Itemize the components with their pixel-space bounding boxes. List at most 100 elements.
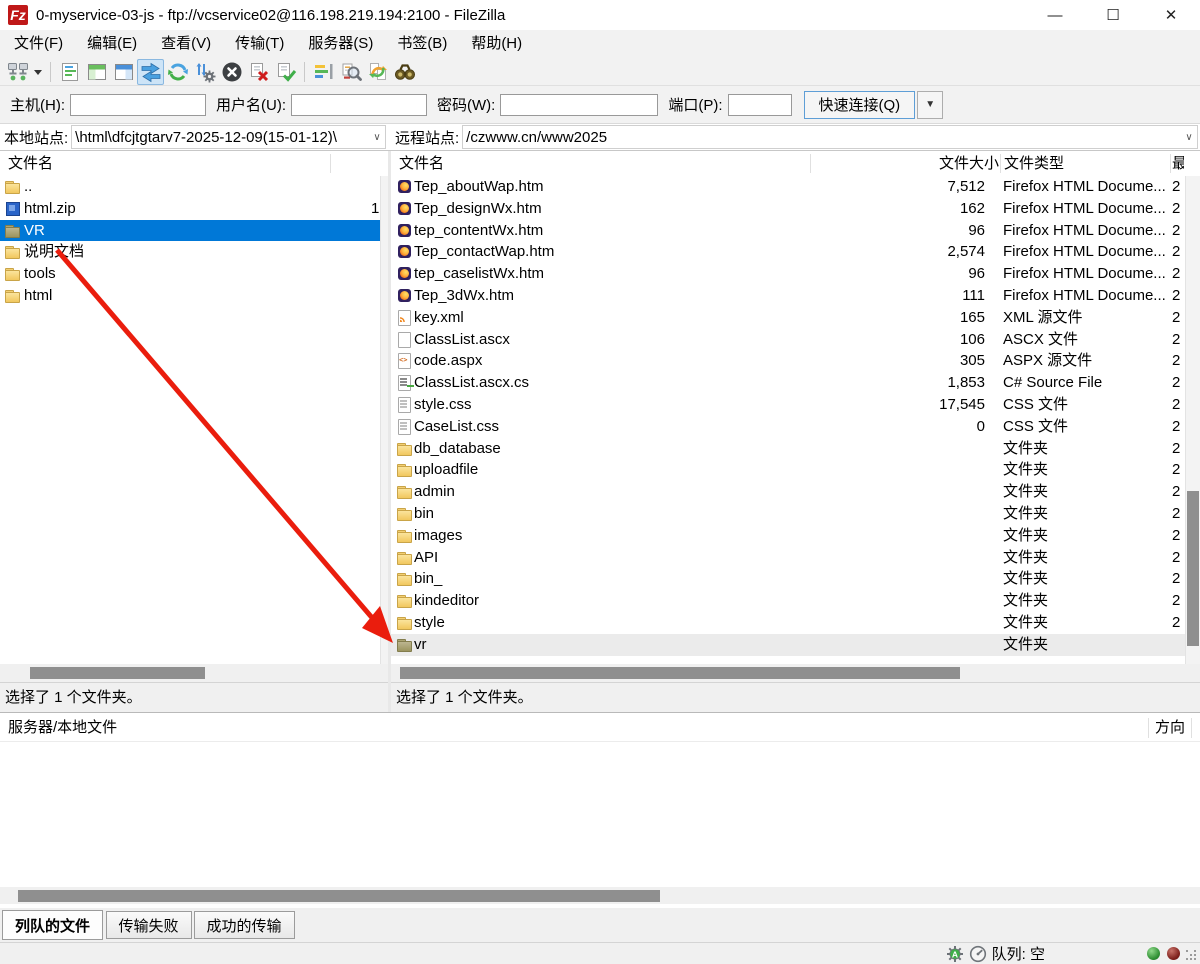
queue-column-direction[interactable]: 方向 [1155,715,1185,741]
remote-file-row[interactable]: admin文件夹2 [391,481,1200,503]
local-file-row[interactable]: html [0,285,388,307]
queue-tab-2[interactable]: 成功的传输 [194,911,295,939]
file-name: html [24,285,52,307]
password-input[interactable] [500,94,658,116]
menu-item-1[interactable]: 编辑(E) [75,30,149,58]
quickconnect-dropdown-button[interactable]: ▼ [917,91,943,119]
remote-column-modified[interactable]: 最近修改 [1172,151,1184,176]
remote-file-row[interactable]: style文件夹2 [391,612,1200,634]
local-file-list: ..html.zip1,3VR说明文档toolshtml [0,176,388,664]
remote-file-row[interactable]: Tep_3dWx.htm111Firefox HTML Docume...2 [391,285,1200,307]
speed-limits-gear-icon[interactable]: A [946,945,964,963]
remote-horizontal-scrollbar[interactable] [391,664,1200,682]
local-file-row[interactable]: VR [0,220,381,242]
remote-file-row[interactable]: bin文件夹2 [391,503,1200,525]
file-modified: 2 [1172,285,1181,307]
local-vertical-scrollbar[interactable] [380,176,388,664]
remote-column-filename[interactable]: 文件名 [399,151,444,176]
local-column-filename[interactable]: 文件名 [8,151,53,176]
chevron-down-icon[interactable]: ∨ [369,132,385,143]
file-name: API [414,547,438,569]
remote-file-row[interactable]: Tep_contactWap.htm2,574Firefox HTML Docu… [391,241,1200,263]
remote-file-row[interactable]: code.aspx305ASPX 源文件2 [391,350,1200,372]
filter-button[interactable] [310,59,337,85]
remote-file-row[interactable]: Tep_designWx.htm162Firefox HTML Docume..… [391,198,1200,220]
local-file-row[interactable]: tools [0,263,388,285]
close-button[interactable]: ✕ [1142,0,1200,30]
menu-item-5[interactable]: 书签(B) [385,30,459,58]
local-file-row[interactable]: html.zip1,3 [0,198,388,220]
message-log-button[interactable] [56,59,83,85]
speedometer-icon[interactable] [969,945,987,963]
remote-file-row[interactable]: images文件夹2 [391,525,1200,547]
remote-file-row[interactable]: CaseList.css0CSS 文件2 [391,416,1200,438]
file-name: admin [414,481,455,503]
site-manager-button[interactable] [4,59,31,85]
find-files-button[interactable] [337,59,364,85]
file-type: 文件夹 [1003,459,1167,481]
queue-column-server-local-file[interactable]: 服务器/本地文件 [8,715,117,741]
local-horizontal-scrollbar[interactable] [0,664,388,682]
menu-item-3[interactable]: 传输(T) [223,30,296,58]
status-bar: A 队列: 空 [0,942,1200,964]
resize-grip[interactable] [1185,949,1197,961]
minimize-button[interactable]: — [1026,0,1084,30]
scrollbar-thumb[interactable] [400,667,960,679]
remote-file-row[interactable]: tep_contentWx.htm96Firefox HTML Docume..… [391,220,1200,242]
file-type: ASPX 源文件 [1003,350,1167,372]
local-file-row[interactable]: 说明文档 [0,241,388,263]
local-file-row[interactable]: .. [0,176,388,198]
cancel-button[interactable] [218,59,245,85]
remote-file-row[interactable]: tep_caselistWx.htm96Firefox HTML Docume.… [391,263,1200,285]
chevron-down-icon[interactable]: ∨ [1181,132,1197,143]
synchronized-browsing-button[interactable] [364,59,391,85]
reconnect-button[interactable] [272,59,299,85]
remote-file-row[interactable]: uploadfile文件夹2 [391,459,1200,481]
scrollbar-thumb[interactable] [18,890,660,902]
filter-icon [313,61,335,83]
remote-file-row[interactable]: style.css17,545CSS 文件2 [391,394,1200,416]
process-queue-button[interactable] [191,59,218,85]
file-name: Tep_contactWap.htm [414,241,554,263]
remote-file-row[interactable]: key.xml165XML 源文件2 [391,307,1200,329]
remote-column-filesize[interactable]: 文件大小 [811,151,999,176]
local-tree-view-button[interactable] [83,59,110,85]
remote-file-row[interactable]: ClassList.ascx106ASCX 文件2 [391,329,1200,351]
search-button[interactable] [391,59,418,85]
refresh-button[interactable] [164,59,191,85]
menu-item-6[interactable]: 帮助(H) [459,30,534,58]
site-manager-dropdown-button[interactable] [31,59,45,85]
remote-vertical-scrollbar[interactable] [1185,176,1200,664]
host-input[interactable] [70,94,206,116]
scrollbar-thumb[interactable] [1187,491,1199,646]
remote-column-filetype[interactable]: 文件类型 [1004,151,1064,176]
remote-file-row[interactable]: bin_文件夹2 [391,568,1200,590]
site-manager-dropdown-icon [33,61,43,83]
quickconnect-button[interactable]: 快速连接(Q) [804,91,916,119]
menu-item-4[interactable]: 服务器(S) [296,30,385,58]
local-site-label: 本地站点: [4,127,68,148]
remote-file-row[interactable]: ClassList.ascx.cs1,853C# Source File2 [391,372,1200,394]
username-input[interactable] [291,94,427,116]
maximize-button[interactable]: ☐ [1084,0,1142,30]
menu-item-2[interactable]: 查看(V) [149,30,223,58]
directory-comparison-button[interactable] [137,59,164,85]
remote-file-row[interactable]: kindeditor文件夹2 [391,590,1200,612]
remote-file-row[interactable]: vr文件夹 [391,634,1200,656]
remote-file-row[interactable]: API文件夹2 [391,547,1200,569]
queue-horizontal-scrollbar[interactable] [0,887,1200,904]
file-name: ClassList.ascx.cs [414,372,529,394]
port-input[interactable] [728,94,792,116]
menu-item-0[interactable]: 文件(F) [2,30,75,58]
scrollbar-thumb[interactable] [30,667,205,679]
remote-file-row[interactable]: db_database文件夹2 [391,438,1200,460]
queue-tab-0[interactable]: 列队的文件 [2,910,103,940]
remote-file-row[interactable]: Tep_aboutWap.htm7,512Firefox HTML Docume… [391,176,1200,198]
remote-path-combo[interactable]: /czwww.cn/www2025 ∨ [462,125,1198,149]
remote-file-list: Tep_aboutWap.htm7,512Firefox HTML Docume… [391,176,1200,664]
disconnect-button[interactable] [245,59,272,85]
local-path-combo[interactable]: \html\dfcjtgtarv7-2025-12-09(15-01-12)\ … [71,125,386,149]
folder-olive-icon [396,637,413,653]
queue-tab-1[interactable]: 传输失败 [106,911,192,939]
remote-tree-view-button[interactable] [110,59,137,85]
